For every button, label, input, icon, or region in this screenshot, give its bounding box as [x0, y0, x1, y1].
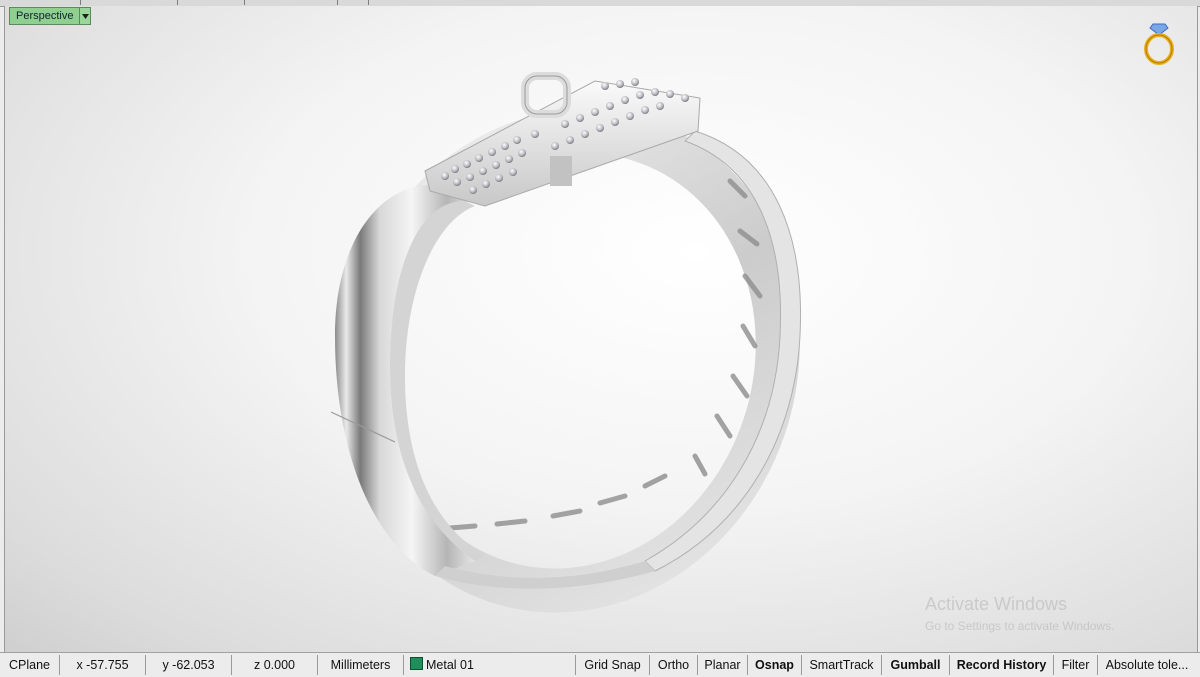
viewport-title-tab[interactable]: Perspective: [9, 7, 92, 25]
toggle-gumball[interactable]: Gumball: [882, 655, 950, 675]
diamond-ring-icon: [1144, 23, 1174, 65]
buckle-clasp: [550, 156, 572, 186]
viewport-tab[interactable]: [178, 0, 245, 5]
watermark-subtitle: Go to Settings to activate Windows.: [925, 619, 1115, 633]
y-coordinate: y -62.053: [146, 655, 232, 675]
tolerance-display[interactable]: Absolute tole...: [1098, 655, 1196, 675]
layer-name: Metal 01: [426, 658, 474, 672]
toggle-record-history[interactable]: Record History: [950, 655, 1054, 675]
toggle-grid-snap[interactable]: Grid Snap: [576, 655, 650, 675]
viewport-tab[interactable]: [81, 0, 178, 5]
cplane-button[interactable]: CPlane: [0, 655, 60, 675]
status-bar: CPlane x -57.755 y -62.053 z 0.000 Milli…: [0, 652, 1200, 677]
pave-plate: [424, 80, 701, 207]
bracelet-render: [330, 72, 802, 613]
units-button[interactable]: Millimeters: [318, 655, 404, 675]
toggle-smarttrack[interactable]: SmartTrack: [802, 655, 882, 675]
layer-color-swatch: [410, 657, 423, 670]
band-cutouts: [447, 178, 763, 531]
activation-watermark: Activate Windows Go to Settings to activ…: [925, 594, 1114, 633]
toggle-planar[interactable]: Planar: [698, 655, 748, 675]
current-layer[interactable]: Metal 01: [404, 655, 576, 675]
toggle-osnap[interactable]: Osnap: [748, 655, 802, 675]
z-coordinate: z 0.000: [232, 655, 318, 675]
toggle-ortho[interactable]: Ortho: [650, 655, 698, 675]
toggle-filter[interactable]: Filter: [1054, 655, 1098, 675]
viewport-tab[interactable]: [338, 0, 369, 5]
x-coordinate: x -57.755: [60, 655, 146, 675]
chevron-down-icon[interactable]: [79, 8, 91, 24]
perspective-viewport[interactable]: Perspective Activate Windows Go to Setti…: [4, 6, 1198, 652]
viewport-tab[interactable]: [245, 0, 338, 5]
viewport-name[interactable]: Perspective: [10, 8, 79, 24]
watermark-title: Activate Windows: [925, 594, 1068, 614]
viewport-tab[interactable]: [0, 0, 81, 5]
